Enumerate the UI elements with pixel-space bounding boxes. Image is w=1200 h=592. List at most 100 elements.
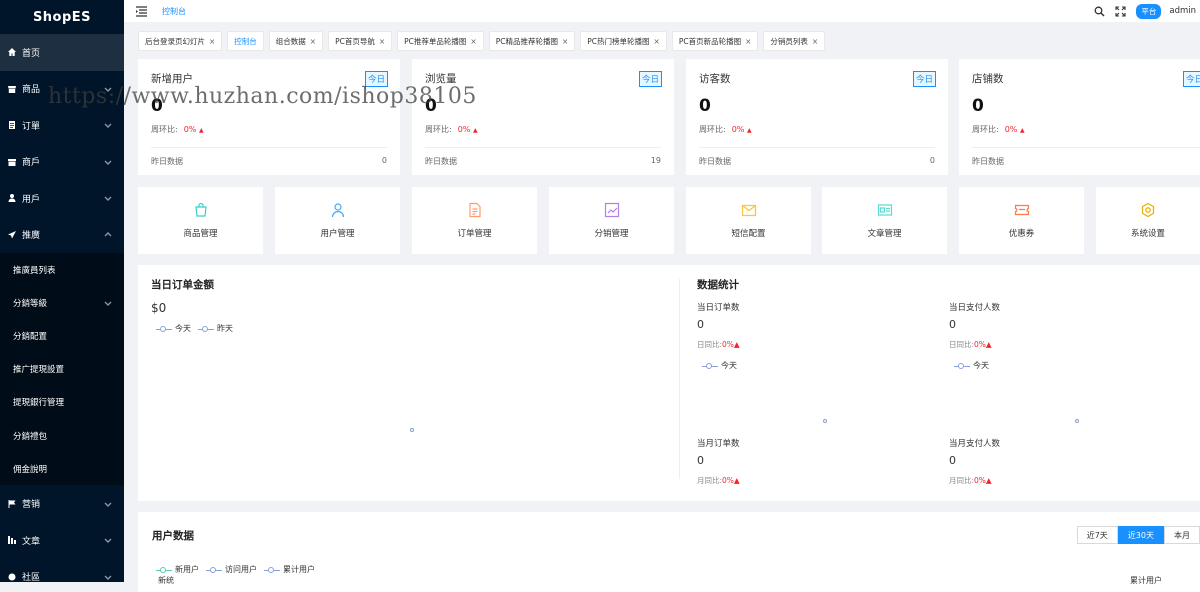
submenu-item-withdraw-settings[interactable]: 推广提現設置 [0,353,124,386]
sidebar-item-label: 首页 [22,48,41,59]
platform-badge[interactable]: 平台 [1136,3,1162,19]
tab-login-slides[interactable]: 后台登录页幻灯片 × [138,31,223,51]
quick-coupons[interactable]: 优惠券 [959,187,1084,254]
quick-sms-config[interactable]: 短信配置 [686,187,811,254]
block-value: 0 [697,318,704,331]
submenu-item-distribution-config[interactable]: 分銷配置 [0,319,124,352]
tab-pc-recommend[interactable]: PC推荐单品轮播图 × [397,31,484,51]
stat-yesterday: 昨日数据 [972,156,1187,167]
tab-dashboard[interactable]: 控制台 [227,31,264,51]
submenu-item-promoter-list[interactable]: 推廣員列表 [0,253,124,286]
yesterday-label: 昨日数据 [151,157,183,166]
block-value: 0 [697,454,704,467]
submenu-label: 推廣員列表 [13,265,56,276]
divider [972,147,1200,148]
quick-label: 优惠券 [1008,229,1035,239]
legend-visit-users[interactable]: 访问用户 [206,564,257,575]
close-icon[interactable]: × [745,37,751,46]
tab-distributor-list[interactable]: 分销员列表 × [763,31,826,51]
tab-combined-data[interactable]: 组合数据 × [268,31,324,51]
divider [151,147,387,148]
compare-pct: 0% [731,125,745,134]
user-data-panel: 用户数据 近7天 近30天 本月 新用户 访问用户 累计用户 新统 累计用户 [138,512,1200,592]
quick-goods-management[interactable]: 商品管理 [138,187,263,254]
range-30-days[interactable]: 近30天 [1117,526,1164,544]
legend-today[interactable]: 今天 [156,323,191,334]
search-icon[interactable] [1094,6,1105,17]
chevron-down-icon [104,158,112,166]
tab-label: 组合数据 [275,36,306,46]
submenu-item-gift-pack[interactable]: 分銷禮包 [0,419,124,452]
yesterday-label: 昨日数据 [425,157,457,166]
compare-pct: 0% [457,125,471,134]
sidebar-item-label: 用戶 [22,194,41,205]
user-name[interactable]: admin [1169,6,1196,16]
legend-marker-icon [198,325,214,333]
legend-label: 今天 [973,361,989,370]
close-icon[interactable]: × [209,37,215,46]
quick-article-management[interactable]: 文章管理 [822,187,947,254]
legend-marker-icon [264,566,280,574]
tab-label: PC推荐单品轮播图 [404,36,467,46]
tab-pc-hot[interactable]: PC热门榜单轮播图 × [580,31,667,51]
sidebar-item-article[interactable]: 文章 [0,522,124,559]
stat-card-new-users: 新增用户 今日 0 周环比: 0% ▲ 昨日数据 0 [138,59,400,175]
yesterday-value: 0 [381,156,387,165]
sidebar-item-marketing[interactable]: 营销 [0,485,124,522]
tab-pc-boutique[interactable]: PC精品推荐轮播图 × [488,31,576,51]
submenu-item-commission-info[interactable]: 佣金說明 [0,452,124,485]
sidebar-item-label: 社區 [22,573,41,582]
user-icon [7,193,17,203]
quick-label: 短信配置 [731,229,766,239]
quick-order-management[interactable]: 订单管理 [412,187,537,254]
quick-label: 用户管理 [320,229,355,239]
range-7-days[interactable]: 近7天 [1076,526,1118,544]
tab-bar: 后台登录页幻灯片 × 控制台 组合数据 × PC首页导航 × PC推荐单品轮播图 × P… [124,30,1200,52]
sidebar-item-merchant[interactable]: 商戶 [0,144,124,181]
close-icon[interactable]: × [562,37,568,46]
legend-label: 今天 [721,361,737,370]
breadcrumb[interactable]: 控制台 [162,6,186,17]
stat-card-visitors: 访客数 今日 0 周环比: 0% ▲ 昨日数据 0 [686,59,948,175]
sidebar-item-promotion[interactable]: 推廣 [0,217,124,254]
compare-label: 周环比: [972,125,999,134]
legend-marker-icon [156,325,172,333]
sidebar-item-community[interactable]: 社區 [0,558,124,582]
bag-icon [194,202,207,217]
close-icon[interactable]: × [812,37,818,46]
logo[interactable]: ShopES [0,0,124,34]
range-this-month[interactable]: 本月 [1164,526,1200,544]
menu-fold-icon[interactable] [136,5,147,17]
close-icon[interactable]: × [310,37,316,46]
legend-today[interactable]: 今天 [954,360,989,371]
legend-yesterday[interactable]: 昨天 [198,323,233,334]
close-icon[interactable]: × [654,37,660,46]
sidebar-item-label: 文章 [22,536,41,547]
close-icon[interactable]: × [379,37,385,46]
stat-tag: 今日 [912,71,936,87]
data-stats-title: 数据统计 [697,279,739,291]
close-icon[interactable]: × [470,37,476,46]
quick-distribution-management[interactable]: 分销管理 [549,187,674,254]
tab-pc-new[interactable]: PC首页新品轮播图 × [671,31,759,51]
sidebar-item-label: 营销 [22,500,41,511]
quick-system-settings[interactable]: 系统设置 [1096,187,1200,254]
legend-marker-icon [702,362,718,370]
tab-pc-nav[interactable]: PC首页导航 × [328,31,393,51]
promotion-submenu: 推廣員列表 分銷等級 分銷配置 推广提現設置 提現銀行管理 分銷禮包 佣金說明 [0,253,124,486]
chevron-down-icon [104,194,112,202]
chevron-up-icon [104,231,112,239]
legend-new-users[interactable]: 新用户 [156,564,199,575]
sidebar-item-home[interactable]: 首页 [0,34,124,71]
submenu-item-bank-management[interactable]: 提現銀行管理 [0,386,124,419]
sidebar-item-user[interactable]: 用戶 [0,180,124,217]
legend-total-users[interactable]: 累计用户 [264,564,315,575]
daily-chart-point [823,419,827,423]
submenu-item-distribution-level[interactable]: 分銷等級 [0,286,124,319]
legend-today[interactable]: 今天 [702,360,737,371]
quick-user-management[interactable]: 用户管理 [275,187,400,254]
sidebar-item-order[interactable]: 订單 [0,107,124,144]
fullscreen-icon[interactable] [1115,5,1126,17]
quick-label: 分销管理 [594,229,629,239]
divider [679,279,680,479]
